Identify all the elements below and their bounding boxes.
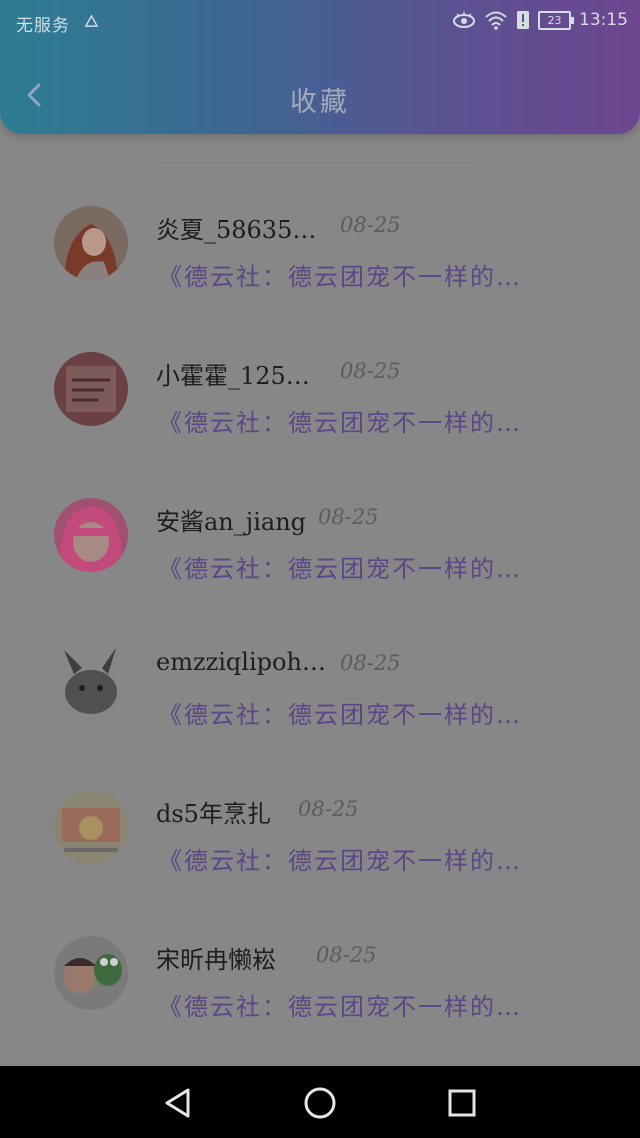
home-circle-icon[interactable] [303,1086,337,1120]
status-bar: 无服务 23 13:15 [0,0,640,44]
timestamp: 08-25 [318,505,379,529]
timestamp: 08-25 [340,213,401,237]
wifi-icon [485,11,507,30]
avatar [54,352,128,426]
timestamp: 08-25 [316,943,377,967]
list-item[interactable]: ds5年烹扎 08-25 《德云社：德云团宠不一样的… [0,742,640,888]
page-title: 收藏 [290,87,350,118]
avatar [54,498,128,572]
clock: 13:15 [579,10,628,30]
list-item[interactable]: emzziqlipoh… 08-25 《德云社：德云团宠不一样的… [0,596,640,742]
back-triangle-icon[interactable] [161,1086,195,1120]
avatar [54,206,128,280]
list-item[interactable]: 炎夏_58635… 08-25 《德云社：德云团宠不一样的… [0,158,640,304]
item-description[interactable]: 《德云社：德云团宠不一样的… [158,257,522,292]
item-description[interactable]: 《德云社：德云团宠不一样的… [158,695,522,730]
list-item[interactable]: 安酱an_jiang 08-25 《德云社：德云团宠不一样的… [0,450,640,596]
list-item[interactable]: 小霍霍_125… 08-25 《德云社：德云团宠不一样的… [0,304,640,450]
timestamp: 08-25 [298,797,359,821]
user-name: 小霍霍_125… [156,362,310,390]
avatar [54,936,128,1010]
list-item[interactable]: 宋昕冉懒崧 08-25 《德云社：德云团宠不一样的… [0,888,640,1034]
item-description[interactable]: 《德云社：德云团宠不一样的… [158,987,522,1022]
user-name: emzziqlipoh… [156,648,326,676]
eye-comfort-icon [453,12,475,28]
recents-square-icon[interactable] [445,1086,479,1120]
user-name: 炎夏_58635… [156,216,317,244]
avatar [54,644,128,718]
alert-sim-icon [517,11,529,29]
item-description[interactable]: 《德云社：德云团宠不一样的… [158,549,522,584]
battery-indicator: 23 [538,10,574,30]
app-header: 无服务 23 13:15 收藏 [0,0,640,134]
no-sim-icon [84,14,99,27]
user-name: 安酱an_jiang [156,508,307,536]
timestamp: 08-25 [340,359,401,383]
timestamp: 08-25 [340,651,401,675]
system-nav-bar [0,1066,640,1138]
avatar [54,790,128,864]
user-name: ds5年烹扎 [156,800,271,828]
item-description[interactable]: 《德云社：德云团宠不一样的… [158,403,522,438]
item-description[interactable]: 《德云社：德云团宠不一样的… [158,841,522,876]
user-name: 宋昕冉懒崧 [156,946,276,974]
carrier-label: 无服务 [16,16,70,36]
